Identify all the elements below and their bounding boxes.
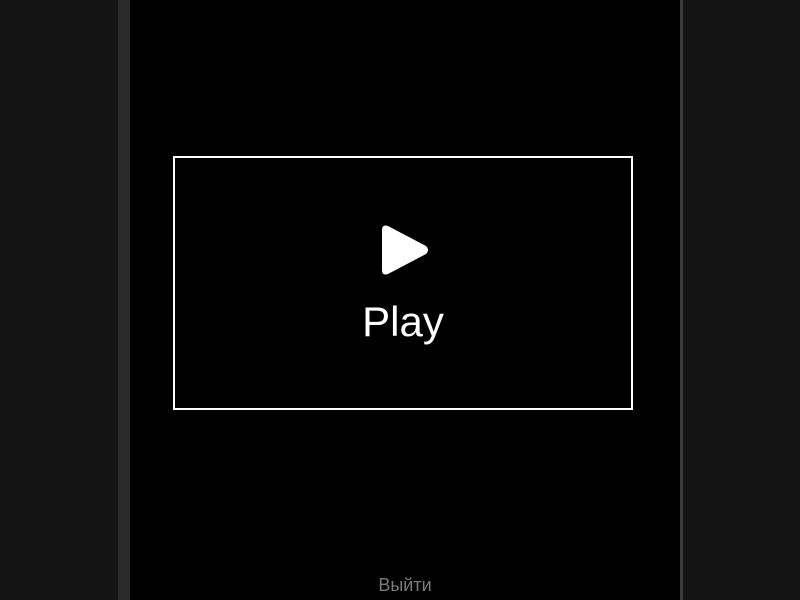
play-label: Play [362,298,444,345]
right-frame-border [680,0,683,600]
play-icon [382,225,428,275]
exit-link[interactable]: Выйти [130,573,680,597]
app-screen: Play Выйти [130,0,680,600]
left-frame-border [118,0,130,600]
play-button[interactable]: Play [173,156,633,410]
